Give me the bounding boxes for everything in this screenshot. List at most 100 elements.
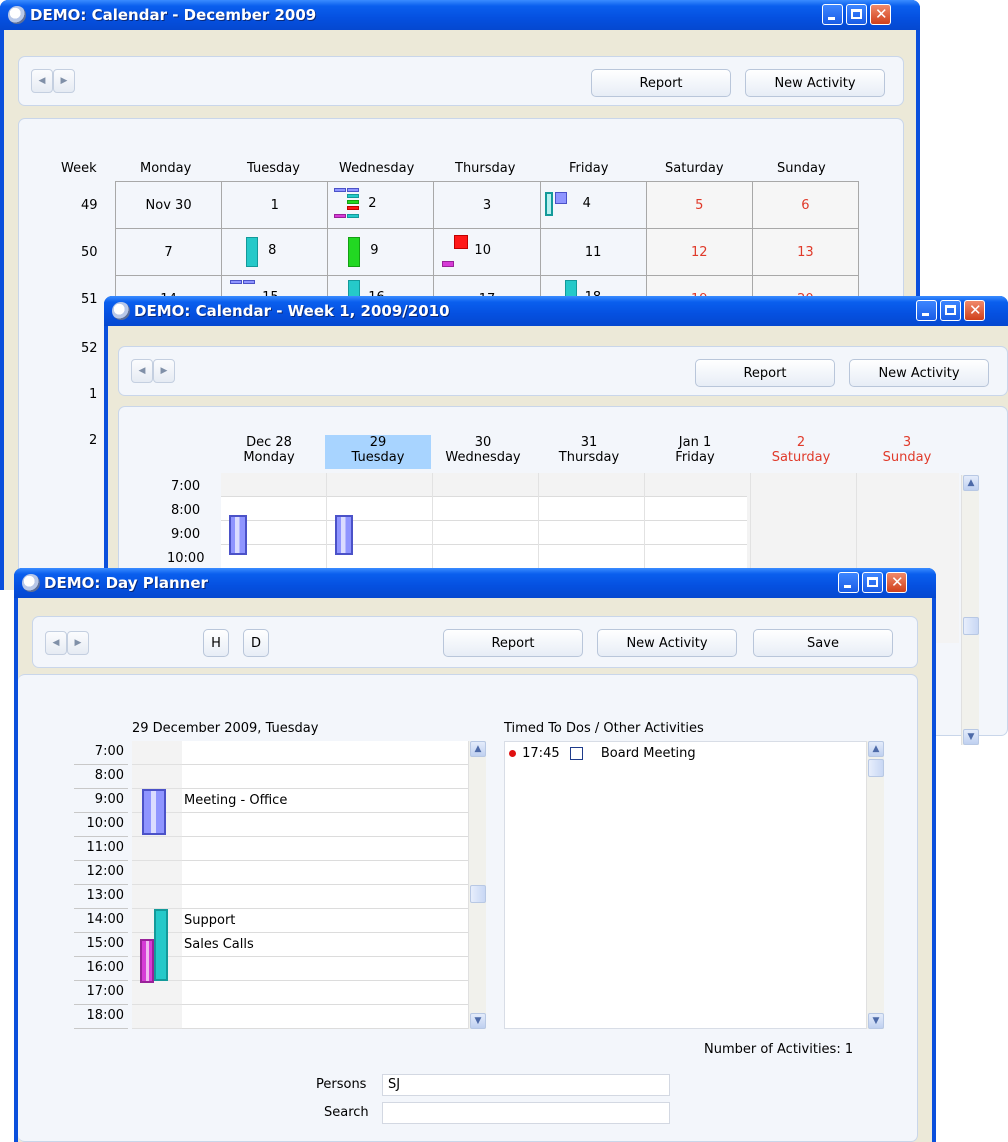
day-cell[interactable]: Nov 30 [114,181,223,229]
prev-month-button[interactable]: ◀ [31,69,53,93]
new-activity-button[interactable]: New Activity [745,69,885,97]
minimize-button[interactable] [838,572,859,593]
right-arrow-icon: ▶ [74,638,82,648]
report-button[interactable]: Report [443,629,583,657]
week-scrollbar[interactable]: ▲ ▼ [961,475,979,745]
day-planner-window: DEMO: Day Planner ✕ ◀ ▶ H D Report New A… [14,568,936,1142]
day-header-weekend[interactable]: 3 Sunday [855,435,959,465]
day-header-date: 30 [474,435,492,450]
next-week-button[interactable]: ▶ [153,359,175,383]
activity-marker [347,188,360,192]
search-field[interactable] [382,1102,670,1124]
day-cell[interactable]: 4 [539,181,647,229]
activity-bar-column [132,741,182,1029]
report-button[interactable]: Report [591,69,731,97]
chevron-down-icon: ▼ [967,732,975,742]
day-header-date: 3 [902,435,912,450]
next-month-button[interactable]: ▶ [53,69,75,93]
header-friday: Friday [569,161,609,176]
new-activity-button[interactable]: New Activity [597,629,737,657]
day-header[interactable]: 30 Wednesday [431,435,535,465]
day-header[interactable]: 31 Thursday [537,435,641,465]
persons-field[interactable]: SJ [382,1074,670,1096]
prev-day-button[interactable]: ◀ [45,631,67,655]
minimize-button[interactable] [916,300,937,321]
chevron-down-icon: ▼ [872,1016,880,1026]
day-cell[interactable]: 2 [327,181,435,229]
day-cell-weekend[interactable]: 5 [645,181,753,229]
minimize-button[interactable] [822,4,843,25]
activity-marker[interactable] [142,789,166,835]
activity-marker[interactable] [229,515,247,555]
activity-marker [347,206,360,210]
time-label: 7:00 [74,741,128,765]
month-window-title: DEMO: Calendar - December 2009 [30,6,317,24]
todo-item[interactable]: 17:45 Board Meeting [509,746,696,764]
scroll-up-button[interactable]: ▲ [868,741,884,757]
day-cell-weekend[interactable]: 12 [645,228,753,276]
close-button[interactable]: ✕ [870,4,891,25]
day-window-titlebar[interactable]: DEMO: Day Planner ✕ [14,568,936,598]
week-window-titlebar[interactable]: DEMO: Calendar - Week 1, 2009/2010 ✕ [104,296,1008,326]
day-number: 4 [582,196,591,211]
day-cell[interactable]: 8 [221,228,329,276]
chevron-down-icon: ▼ [474,1016,482,1026]
close-button[interactable]: ✕ [886,572,907,593]
maximize-button[interactable] [862,572,883,593]
close-button[interactable]: ✕ [964,300,985,321]
todos-scrollbar[interactable]: ▲ ▼ [866,741,884,1029]
hour-view-button[interactable]: H [203,629,229,657]
activity-marker[interactable] [335,515,353,555]
activity-list: Meeting - Office Support Sales Calls [182,741,468,1029]
activity-marker[interactable] [154,909,168,981]
activity-marker [334,188,347,192]
maximize-button[interactable] [940,300,961,321]
day-cell-weekend[interactable]: 6 [751,181,860,229]
day-main-panel: 29 December 2009, Tuesday 7:00 8:00 9:00… [18,674,918,1142]
maximize-button[interactable] [846,4,867,25]
activity-marker[interactable] [140,939,154,983]
day-cell[interactable]: 10 [433,228,541,276]
persons-label: Persons [316,1077,367,1092]
day-cell[interactable]: 11 [539,228,647,276]
activity-marker [246,237,259,267]
scroll-down-button[interactable]: ▼ [470,1013,486,1029]
save-button[interactable]: Save [753,629,893,657]
day-view-button[interactable]: D [243,629,269,657]
day-cell[interactable]: 9 [327,228,435,276]
activity-label[interactable]: Support [184,913,235,928]
scroll-up-button[interactable]: ▲ [963,475,979,491]
next-day-button[interactable]: ▶ [67,631,89,655]
chevron-up-icon: ▲ [872,744,880,754]
day-header-weekend[interactable]: 2 Saturday [749,435,853,465]
prev-week-button[interactable]: ◀ [131,359,153,383]
day-header[interactable]: Dec 28 Monday [217,435,321,465]
right-arrow-icon: ▶ [160,366,168,376]
week-number: 52 [81,341,98,356]
activity-label[interactable]: Meeting - Office [184,793,287,808]
scroll-down-button[interactable]: ▼ [868,1013,884,1029]
day-header-name: Monday [243,450,295,465]
day-header-selected[interactable]: 29 Tuesday [325,435,431,469]
scroll-up-button[interactable]: ▲ [470,741,486,757]
scroll-thumb[interactable] [470,885,486,903]
day-cell-weekend[interactable]: 13 [751,228,860,276]
day-cell[interactable]: 1 [221,181,329,229]
todo-checkbox[interactable] [569,747,583,760]
day-cell[interactable]: 7 [114,228,223,276]
activity-label[interactable]: Sales Calls [184,937,254,952]
week-number: 51 [81,292,98,307]
report-button[interactable]: Report [695,359,835,387]
close-icon: ✕ [891,573,904,591]
scroll-thumb[interactable] [963,617,979,635]
day-scrollbar[interactable]: ▲ ▼ [468,741,486,1029]
day-header-date: 29 [369,435,387,450]
day-header[interactable]: Jan 1 Friday [643,435,747,465]
todos-list: 17:45 Board Meeting [504,741,870,1029]
new-activity-button[interactable]: New Activity [849,359,989,387]
scroll-down-button[interactable]: ▼ [963,729,979,745]
month-window-titlebar[interactable]: DEMO: Calendar - December 2009 ✕ [0,0,920,30]
scroll-thumb[interactable] [868,759,884,777]
activity-marker [554,192,567,204]
day-cell[interactable]: 3 [433,181,541,229]
